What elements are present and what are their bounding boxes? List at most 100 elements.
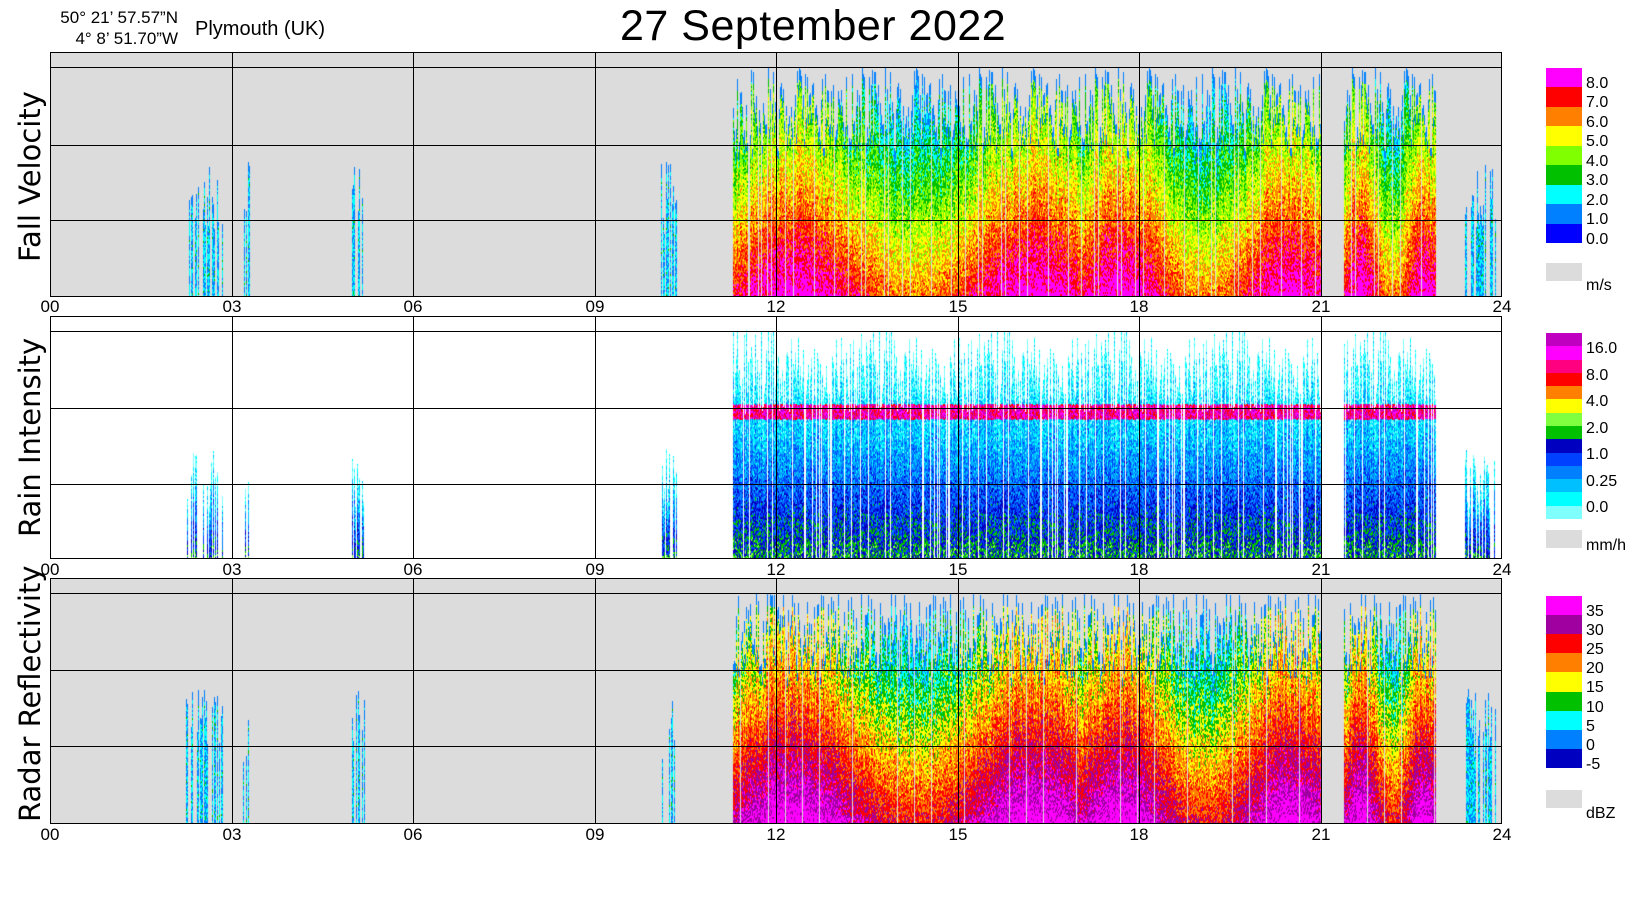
grid-line: [1321, 52, 1322, 297]
x-tick-label: 06: [403, 560, 423, 579]
x-tick-label: 00: [40, 560, 60, 579]
no-data-swatch: [1546, 790, 1582, 808]
grid-line: [776, 578, 777, 824]
chart-title: 27 September 2022: [620, 2, 1007, 50]
colorbar-label: 1.0: [1586, 211, 1609, 229]
colorbar-segment: [1546, 596, 1582, 616]
grid-line: [958, 316, 959, 559]
no-data-swatch: [1546, 530, 1582, 548]
latitude-label: 50° 21’ 57.57”N: [60, 8, 178, 27]
colorbar-segment: [1546, 615, 1582, 635]
colorbar-segment: [1546, 691, 1582, 711]
x-tick-label: 12: [766, 560, 786, 579]
colorbar-segment: [1546, 145, 1582, 166]
rain-intensity-panel: [50, 316, 1502, 559]
x-tick-label: 06: [403, 297, 423, 316]
x-tick-label: 03: [222, 560, 242, 579]
colorbar-label: 1.0: [1586, 446, 1609, 464]
x-tick-label: 24: [1492, 560, 1512, 579]
fall-velocity-ylabel: Fall Velocity: [13, 91, 47, 262]
colorbar-segment: [1546, 748, 1582, 768]
fall-velocity-panel: [50, 52, 1502, 297]
x-tick-label: 21: [1311, 825, 1331, 844]
colorbar-label: 2.0: [1586, 191, 1609, 209]
grid-line: [232, 578, 233, 824]
colorbar-segment: [1546, 653, 1582, 673]
colorbar-label: 16.0: [1586, 340, 1618, 357]
x-tick-label: 21: [1311, 560, 1331, 579]
colorbar-label: 0.0: [1586, 230, 1609, 248]
colorbar-segment: [1546, 492, 1582, 506]
x-tick-label: 18: [1129, 560, 1149, 579]
radar-reflectivity-unit: dBZ: [1586, 805, 1616, 822]
x-tick-label: 09: [585, 297, 605, 316]
x-tick-label: 09: [585, 825, 605, 844]
x-tick-label: 12: [766, 825, 786, 844]
x-tick-label: 12: [766, 297, 786, 316]
colorbar-label: 0: [1586, 736, 1595, 754]
x-tick-label: 03: [222, 297, 242, 316]
colorbar-segment: [1546, 346, 1582, 360]
radar-reflectivity-panel: [50, 578, 1502, 824]
colorbar-segment: [1546, 672, 1582, 692]
colorbar-segment: [1546, 729, 1582, 749]
no-data-swatch: [1546, 263, 1582, 281]
x-tick-label: 15: [948, 560, 968, 579]
colorbar-label: 25: [1586, 641, 1604, 659]
colorbar-segment: [1546, 479, 1582, 493]
rain-intensity-colorbar: [1546, 333, 1582, 519]
grid-line: [413, 316, 414, 559]
colorbar-segment: [1546, 452, 1582, 466]
colorbar-label: 2.0: [1586, 419, 1609, 437]
colorbar-segment: [1546, 184, 1582, 205]
grid-line: [958, 52, 959, 297]
grid-line: [1139, 316, 1140, 559]
colorbar-label: 3.0: [1586, 172, 1609, 190]
colorbar-segment: [1546, 165, 1582, 185]
colorbar-segment: [1546, 359, 1582, 373]
grid-line: [595, 52, 596, 297]
x-tick-label: 09: [585, 560, 605, 579]
colorbar-segment: [1546, 87, 1582, 107]
radar-reflectivity-colorbar: [1546, 596, 1582, 768]
colorbar-segment: [1546, 386, 1582, 400]
colorbar-segment: [1546, 106, 1582, 127]
colorbar-segment: [1546, 505, 1582, 519]
x-tick-label: 18: [1129, 825, 1149, 844]
fall-velocity-unit: m/s: [1586, 277, 1612, 294]
colorbar-label: -5: [1586, 755, 1601, 773]
x-tick-label: 00: [40, 825, 60, 844]
grid-line: [776, 316, 777, 559]
colorbar-segment: [1546, 68, 1582, 88]
colorbar-segment: [1546, 126, 1582, 146]
colorbar-label: 0.0: [1586, 499, 1609, 517]
x-tick-label: 18: [1129, 297, 1149, 316]
grid-line: [958, 578, 959, 824]
colorbar-label: 6.0: [1586, 113, 1609, 131]
colorbar-label: 8.0: [1586, 366, 1609, 384]
colorbar-segment: [1546, 204, 1582, 224]
grid-line: [595, 316, 596, 559]
colorbar-segment: [1546, 465, 1582, 480]
grid-line: [595, 578, 596, 824]
x-tick-label: 24: [1492, 825, 1512, 844]
colorbar-segment: [1546, 372, 1582, 387]
x-tick-label: 06: [403, 825, 423, 844]
x-tick-label: 24: [1492, 297, 1512, 316]
colorbar-segment: [1546, 399, 1582, 413]
x-tick-label: 21: [1311, 297, 1331, 316]
colorbar-segment: [1546, 710, 1582, 730]
x-tick-label: 00: [40, 297, 60, 316]
colorbar-label: 20: [1586, 660, 1604, 678]
colorbar-label: 15: [1586, 679, 1604, 697]
grid-line: [232, 52, 233, 297]
colorbar-segment: [1546, 412, 1582, 426]
colorbar-label: 35: [1586, 603, 1604, 620]
colorbar-segment: [1546, 333, 1582, 347]
grid-line: [1321, 578, 1322, 824]
rain-intensity-ylabel: Rain Intensity: [13, 337, 47, 537]
colorbar-label: 4.0: [1586, 393, 1609, 411]
grid-line: [1139, 578, 1140, 824]
radar-reflectivity-ylabel: Radar Reflectivity: [13, 565, 47, 822]
colorbar-label: 0.25: [1586, 472, 1618, 490]
